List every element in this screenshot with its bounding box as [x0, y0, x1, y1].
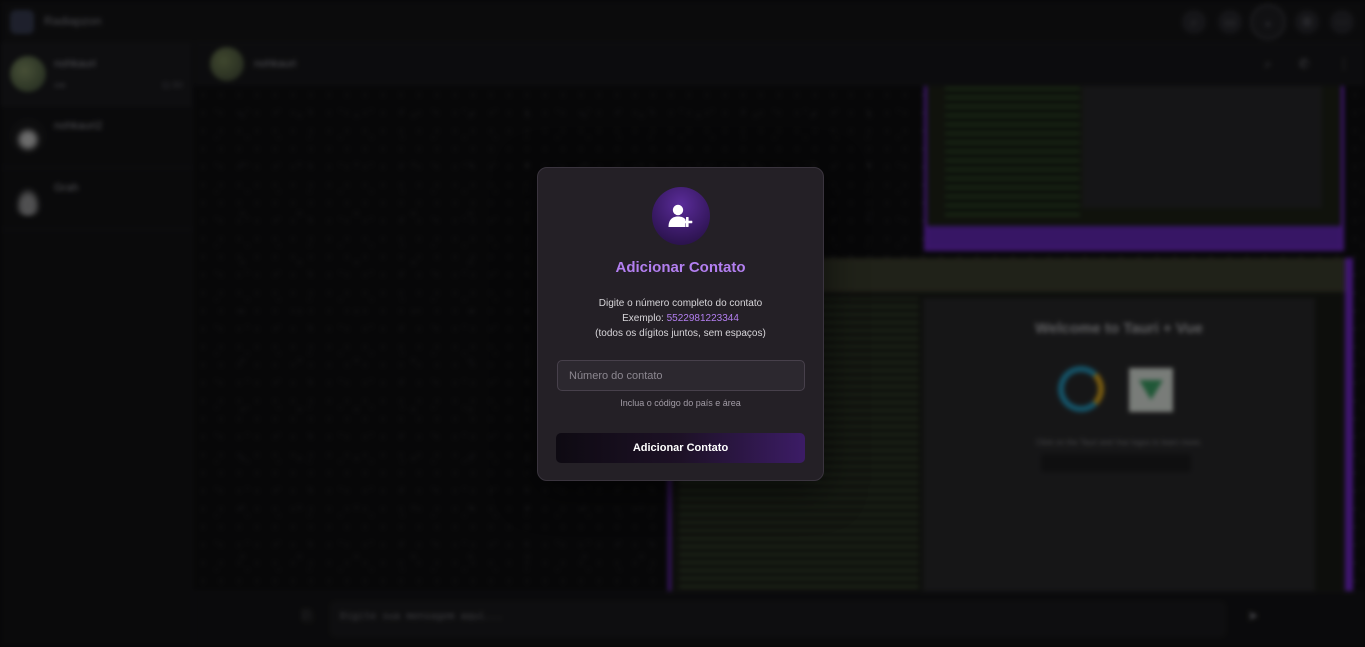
modal-format-note: (todos os dígitos juntos, sem espaços): [595, 328, 766, 339]
example-label: Exemplo:: [622, 313, 667, 324]
contact-number-input[interactable]: [557, 360, 805, 391]
modal-example: Exemplo: 5522981223344: [538, 311, 823, 326]
add-contact-button[interactable]: Adicionar Contato: [556, 433, 805, 463]
add-contact-modal: Adicionar Contato Digite o número comple…: [537, 167, 824, 481]
modal-title: Adicionar Contato: [615, 259, 746, 276]
example-number: 5522981223344: [666, 313, 739, 324]
modal-description: Digite o número completo do contato: [598, 298, 763, 309]
input-hint: Inclua o código do país e área: [620, 398, 741, 408]
add-user-icon: [652, 187, 710, 245]
